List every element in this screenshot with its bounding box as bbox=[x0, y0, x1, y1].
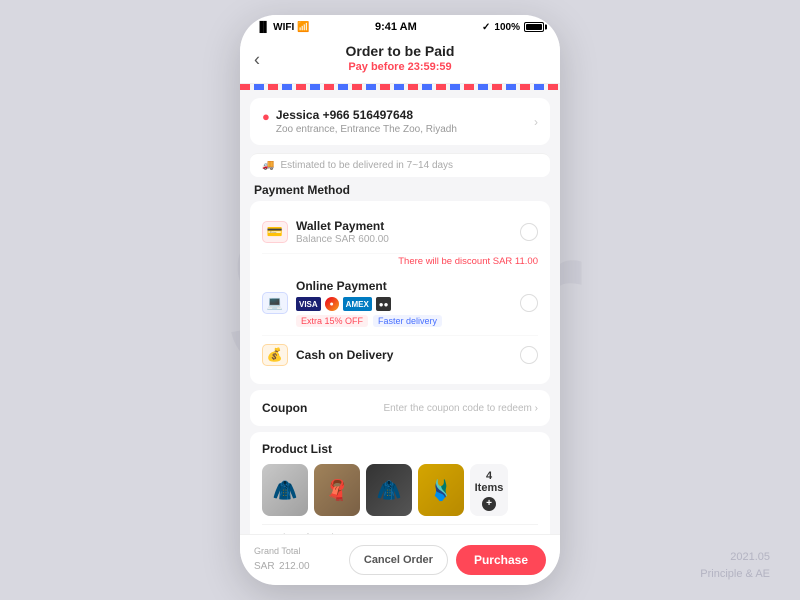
pay-before-text: Pay before bbox=[348, 61, 404, 73]
other-card-icon: ●● bbox=[376, 297, 392, 311]
currency-label: SAR bbox=[254, 561, 275, 572]
phone-frame: ▐▌ WIFI 📶 9:41 AM ✓ 100% ‹ Order to be P… bbox=[240, 15, 560, 585]
card-icons: VISA ● AMEX ●● bbox=[296, 297, 442, 311]
time-display: 9:41 AM bbox=[375, 21, 417, 33]
bluetooth-icon: ✓ bbox=[482, 22, 490, 33]
watermark-date: 2021.05 bbox=[700, 549, 770, 566]
online-radio[interactable] bbox=[520, 294, 538, 312]
online-extras: Extra 15% OFF Faster delivery bbox=[296, 315, 442, 327]
plus-icon: + bbox=[482, 497, 496, 511]
online-payment-left: 💻 Online Payment VISA ● AMEX ●● Extra 15… bbox=[262, 279, 442, 327]
cash-payment-option[interactable]: 💰 Cash on Delivery bbox=[262, 336, 538, 374]
coupon-label: Coupon bbox=[262, 401, 307, 415]
wallet-icon: 💳 bbox=[262, 221, 288, 243]
online-info: Online Payment VISA ● AMEX ●● Extra 15% … bbox=[296, 279, 442, 327]
product-list-section: Product List 🧥 🧣 🧥 🩱 4 Items + Number of… bbox=[250, 432, 550, 534]
pay-before-label: Pay before 23:59:59 bbox=[240, 61, 560, 73]
wifi-label: WIFI bbox=[273, 22, 294, 33]
grand-total-amount: SAR 212.00 bbox=[254, 556, 310, 574]
signal-bars: ▐▌ bbox=[256, 22, 270, 33]
product-thumb-2: 🧣 bbox=[314, 464, 360, 516]
items-count-badge: 4 Items + bbox=[470, 464, 508, 516]
wallet-balance: Balance SAR 600.00 bbox=[296, 234, 389, 245]
coupon-input-placeholder: Enter the coupon code to redeem › bbox=[383, 403, 538, 414]
grand-total-label: Grand Total bbox=[254, 546, 310, 556]
cash-info: Cash on Delivery bbox=[296, 348, 393, 362]
address-text: Zoo entrance, Entrance The Zoo, Riyadh bbox=[276, 124, 457, 135]
discount-tag: Extra 15% OFF bbox=[296, 315, 368, 327]
payment-options-card: 💳 Wallet Payment Balance SAR 600.00 Ther… bbox=[250, 201, 550, 384]
amex-icon: AMEX bbox=[343, 297, 372, 311]
countdown-timer: 23:59:59 bbox=[408, 61, 452, 73]
product-list-title: Product List bbox=[262, 442, 538, 456]
wifi-icon: 📶 bbox=[297, 22, 309, 33]
wallet-radio[interactable] bbox=[520, 223, 538, 241]
faster-delivery-tag: Faster delivery bbox=[373, 315, 442, 327]
mastercard-icon: ● bbox=[325, 297, 339, 311]
grand-total: Grand Total SAR 212.00 bbox=[254, 546, 310, 574]
battery-fill bbox=[526, 24, 542, 30]
delivery-estimate: 🚚 Estimated to be delivered in 7~14 days bbox=[250, 153, 550, 177]
wallet-payment-left: 💳 Wallet Payment Balance SAR 600.00 bbox=[262, 219, 389, 245]
address-chevron-icon: › bbox=[534, 115, 538, 129]
product-thumb-3: 🧥 bbox=[366, 464, 412, 516]
online-name: Online Payment bbox=[296, 279, 442, 293]
items-number: 4 bbox=[486, 470, 492, 482]
cash-icon: 💰 bbox=[262, 344, 288, 366]
address-info: ● Jessica +966 516497648 Zoo entrance, E… bbox=[262, 108, 534, 135]
cash-name: Cash on Delivery bbox=[296, 348, 393, 362]
cancel-order-button[interactable]: Cancel Order bbox=[349, 545, 448, 575]
footer: Grand Total SAR 212.00 Cancel Order Purc… bbox=[240, 534, 560, 585]
main-content: ● Jessica +966 516497648 Zoo entrance, E… bbox=[240, 90, 560, 534]
product-thumb-1: 🧥 bbox=[262, 464, 308, 516]
online-payment-option[interactable]: 💻 Online Payment VISA ● AMEX ●● Extra 15… bbox=[262, 271, 538, 336]
address-details: Jessica +966 516497648 Zoo entrance, Ent… bbox=[276, 108, 457, 135]
address-card[interactable]: ● Jessica +966 516497648 Zoo entrance, E… bbox=[250, 98, 550, 145]
wallet-discount: There will be discount SAR 11.00 bbox=[262, 256, 538, 267]
battery-icon bbox=[524, 22, 544, 32]
coupon-row[interactable]: Coupon Enter the coupon code to redeem › bbox=[250, 390, 550, 426]
wallet-payment-option[interactable]: 💳 Wallet Payment Balance SAR 600.00 bbox=[262, 211, 538, 254]
product-thumbnails: 🧥 🧣 🧥 🩱 4 Items + bbox=[262, 464, 538, 516]
pin-icon: ● bbox=[262, 109, 270, 124]
back-button[interactable]: ‹ bbox=[254, 50, 260, 71]
cash-radio[interactable] bbox=[520, 346, 538, 364]
wallet-name: Wallet Payment bbox=[296, 219, 389, 233]
product-thumb-4: 🩱 bbox=[418, 464, 464, 516]
items-label: Items bbox=[475, 482, 504, 494]
payment-section-title: Payment Method bbox=[254, 183, 546, 197]
visa-icon: VISA bbox=[296, 297, 321, 311]
online-icon: 💻 bbox=[262, 292, 288, 314]
amount-value: 212.00 bbox=[279, 561, 310, 572]
purchase-button[interactable]: Purchase bbox=[456, 545, 546, 575]
battery-area: ✓ 100% bbox=[482, 22, 544, 33]
page-title: Order to be Paid bbox=[240, 43, 560, 59]
battery-percent: 100% bbox=[494, 22, 520, 33]
wallet-info: Wallet Payment Balance SAR 600.00 bbox=[296, 219, 389, 245]
watermark: 2021.05 Principle & AE bbox=[700, 549, 770, 582]
recipient-name: Jessica +966 516497648 bbox=[276, 108, 457, 122]
delivery-text: Estimated to be delivered in 7~14 days bbox=[280, 160, 453, 171]
status-bar: ▐▌ WIFI 📶 9:41 AM ✓ 100% bbox=[240, 15, 560, 37]
watermark-app: Principle & AE bbox=[700, 566, 770, 583]
signal-area: ▐▌ WIFI 📶 bbox=[256, 22, 310, 33]
header: ‹ Order to be Paid Pay before 23:59:59 bbox=[240, 37, 560, 84]
goods-count-row: Number of goods x4 bbox=[262, 524, 538, 534]
cash-payment-left: 💰 Cash on Delivery bbox=[262, 344, 393, 366]
footer-buttons: Cancel Order Purchase bbox=[349, 545, 546, 575]
delivery-truck-icon: 🚚 bbox=[262, 160, 274, 171]
